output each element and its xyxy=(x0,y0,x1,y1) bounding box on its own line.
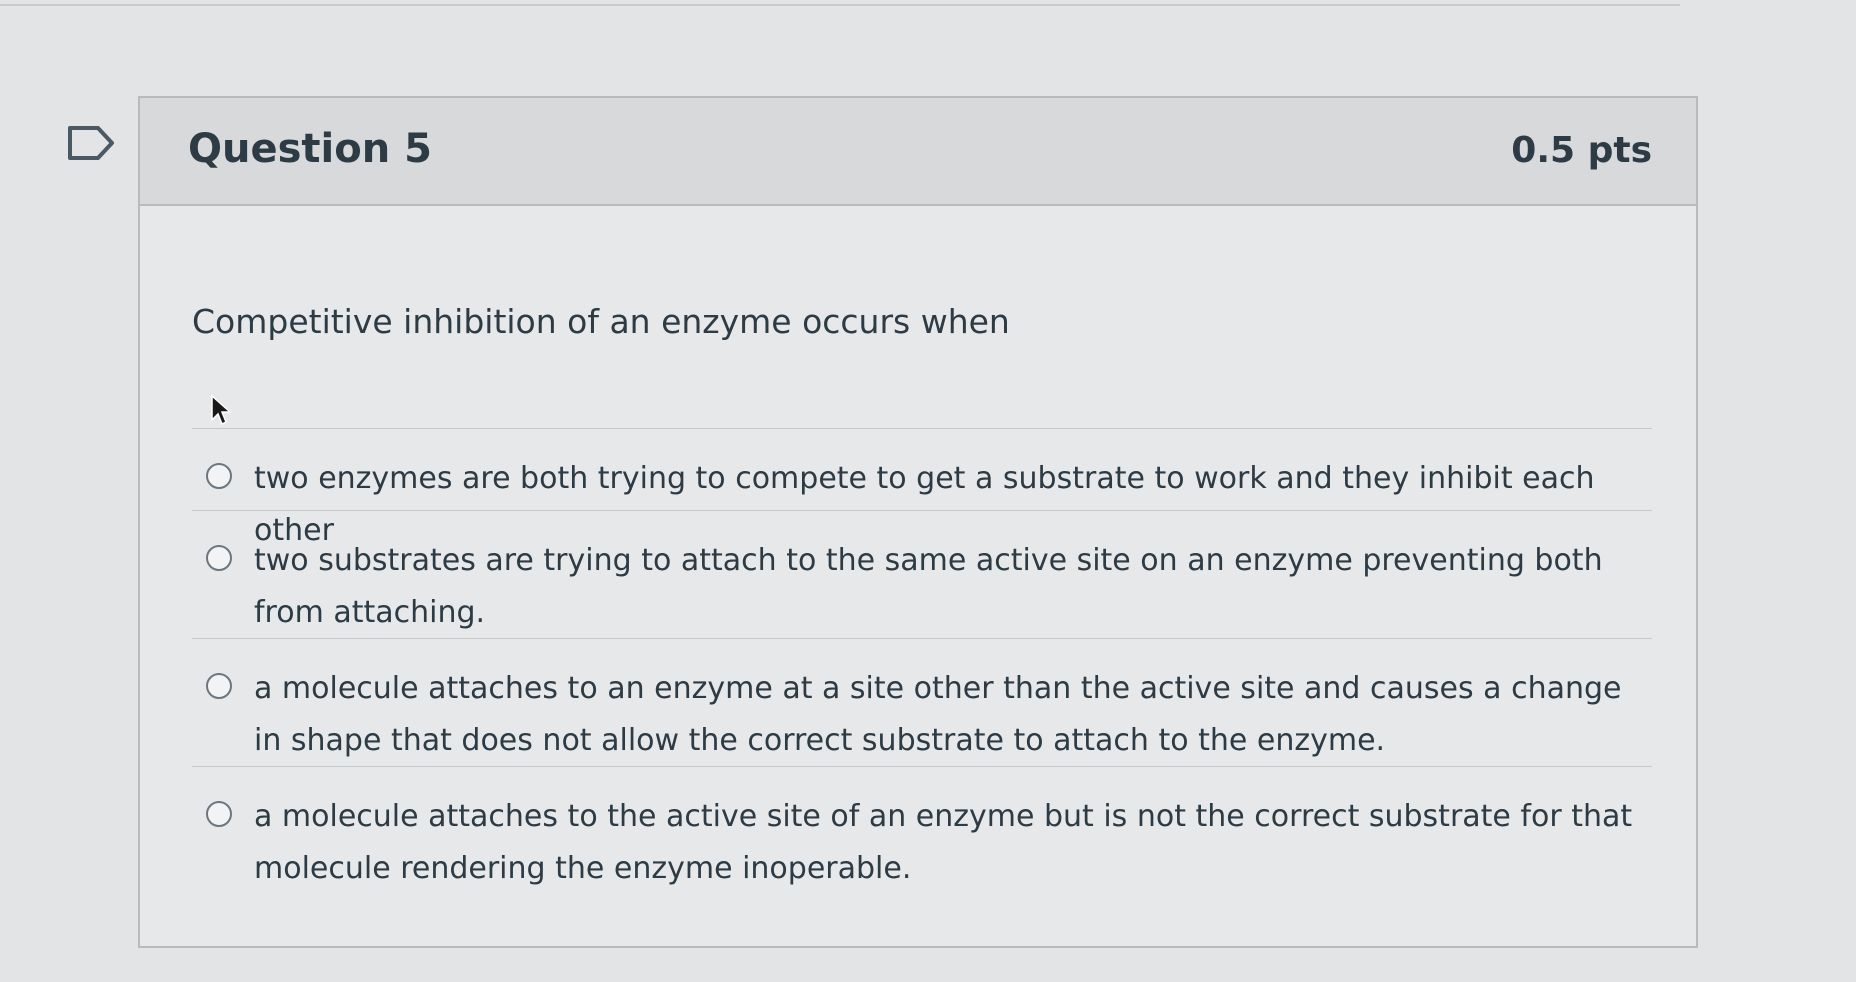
mouse-pointer-icon xyxy=(211,394,232,426)
question-prompt: Competitive inhibition of an enzyme occu… xyxy=(192,302,1010,341)
answer-label[interactable]: a molecule attaches to an enzyme at a si… xyxy=(254,663,1644,767)
answer-label[interactable]: a molecule attaches to the active site o… xyxy=(254,791,1644,895)
question-card: Question 5 0.5 pts Competitive inhibitio… xyxy=(138,96,1698,948)
answer-option-1[interactable]: two enzymes are both trying to compete t… xyxy=(192,428,1652,548)
answer-option-2[interactable]: two substrates are trying to attach to t… xyxy=(192,510,1652,638)
flag-question-icon[interactable] xyxy=(66,124,118,162)
question-title: Question 5 xyxy=(188,126,432,172)
answer-list: two enzymes are both trying to compete t… xyxy=(192,428,1652,894)
answer-option-3[interactable]: a molecule attaches to an enzyme at a si… xyxy=(192,638,1652,766)
question-header: Question 5 0.5 pts xyxy=(140,98,1696,206)
radio-button[interactable] xyxy=(206,463,232,489)
answer-option-4[interactable]: a molecule attaches to the active site o… xyxy=(192,766,1652,894)
radio-button[interactable] xyxy=(206,673,232,699)
radio-button[interactable] xyxy=(206,801,232,827)
answer-label[interactable]: two substrates are trying to attach to t… xyxy=(254,535,1644,639)
page-divider xyxy=(0,0,1680,6)
radio-button[interactable] xyxy=(206,545,232,571)
question-points: 0.5 pts xyxy=(1511,130,1652,171)
